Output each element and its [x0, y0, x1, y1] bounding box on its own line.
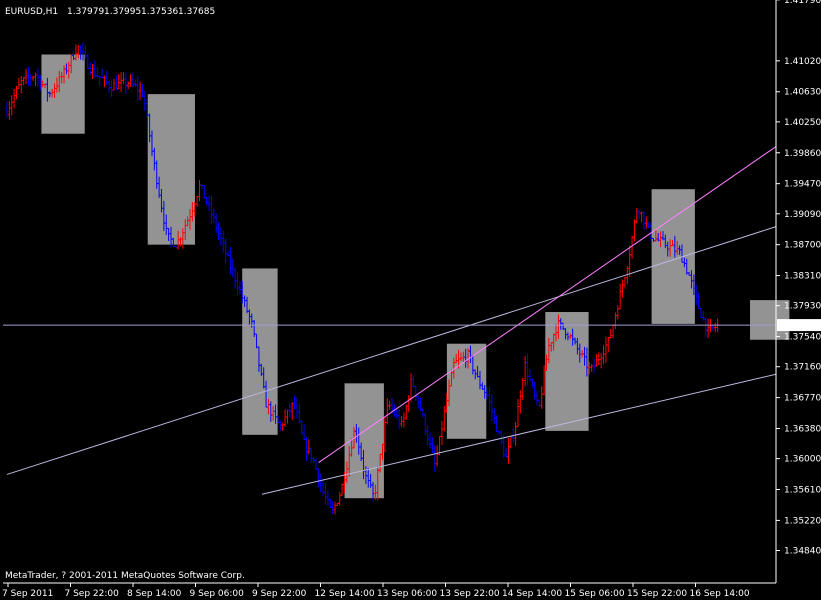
ohlc-low: 1.37536	[141, 7, 178, 17]
x-tick-label: 7 Sep 22:00	[65, 589, 120, 599]
y-tick-label: 1.36770	[784, 394, 821, 404]
y-tick-label: 1.40630	[784, 88, 821, 98]
x-tick-label: 9 Sep 22:00	[252, 589, 307, 599]
y-tick-label: 1.41020	[784, 57, 821, 67]
chart-background	[0, 0, 821, 600]
ohlc-open: 1.37979	[67, 7, 104, 17]
x-tick-label: 15 Sep 22:00	[627, 589, 687, 599]
x-tick-label: 12 Sep 14:00	[315, 589, 375, 599]
y-tick-label: 1.37930	[784, 302, 821, 312]
x-tick-label: 16 Sep 14:00	[690, 589, 750, 599]
x-tick-label: 13 Sep 06:00	[377, 589, 437, 599]
y-tick-label: 1.39860	[784, 149, 821, 159]
y-tick-label: 1.37160	[784, 363, 821, 373]
highlight-zone	[242, 268, 278, 435]
ohlc-high: 1.37995	[104, 7, 141, 17]
y-tick-label: 1.36000	[784, 455, 821, 465]
x-tick-label: 7 Sep 2011	[2, 589, 53, 599]
price-chart[interactable]: 1.41790 1.41020 1.40630 1.40250 1.39860 1.394…	[0, 0, 821, 600]
y-tick-label: 1.40250	[784, 118, 821, 128]
y-tick-label: 1.37540	[784, 333, 821, 343]
y-tick-label: 1.34840	[784, 547, 821, 557]
highlight-zone	[545, 312, 589, 431]
y-tick-label: 1.41790	[784, 0, 821, 6]
y-tick-label: 1.36380	[784, 424, 821, 434]
x-tick-label: 13 Sep 22:00	[440, 589, 500, 599]
x-tick-label: 8 Sep 14:00	[127, 589, 182, 599]
highlight-zone	[651, 189, 695, 324]
ohlc-close: 1.37685	[178, 7, 215, 17]
y-tick-label: 1.39470	[784, 180, 821, 190]
y-tick-label: 1.35220	[784, 516, 821, 526]
symbol-header: EURUSD,H1	[5, 7, 58, 17]
current-price-label: 1.37685	[784, 321, 821, 331]
x-tick-label: 15 Sep 06:00	[565, 589, 625, 599]
x-tick-label: 14 Sep 14:00	[502, 589, 562, 599]
copyright-footer: MetaTrader, ? 2001-2011 MetaQuotes Softw…	[5, 571, 245, 581]
y-tick-label: 1.35610	[784, 486, 821, 496]
highlight-zone	[446, 343, 487, 439]
y-tick-label: 1.39090	[784, 210, 821, 220]
y-tick-label: 1.38310	[784, 272, 821, 282]
x-tick-label: 9 Sep 06:00	[190, 589, 245, 599]
highlight-zone	[41, 54, 85, 134]
y-tick-label: 1.38700	[784, 241, 821, 251]
